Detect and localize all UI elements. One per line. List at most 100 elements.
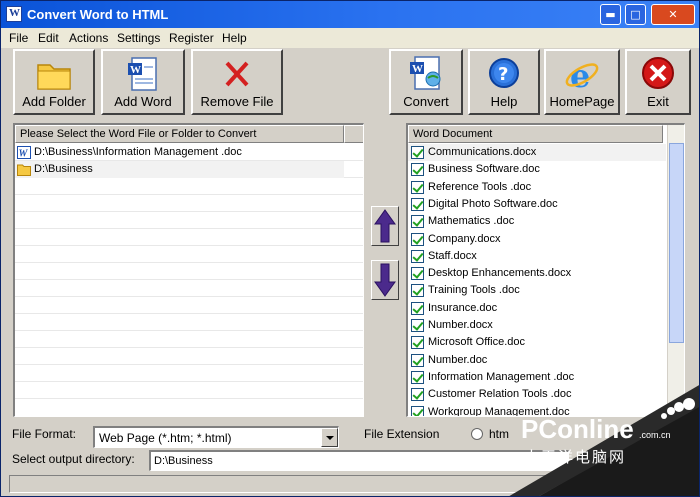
document-checkbox[interactable] — [411, 319, 424, 332]
document-list-item[interactable]: Business Software.doc — [408, 161, 666, 178]
document-name: Training Tools .doc — [428, 284, 520, 297]
exit-button[interactable]: Exit — [625, 49, 691, 115]
document-checkbox[interactable] — [411, 146, 424, 159]
close-window-button[interactable]: ✕ — [651, 4, 695, 25]
document-list-item[interactable]: Number.doc — [408, 352, 666, 369]
help-label: Help — [490, 94, 518, 109]
status-bar — [9, 475, 569, 493]
title-bar[interactable]: Convert Word to HTML ▬ □ ✕ — [1, 1, 699, 28]
window-title: Convert Word to HTML — [27, 7, 169, 22]
exit-stop-icon — [642, 57, 674, 89]
svg-text:W: W — [412, 63, 423, 75]
svg-text:e: e — [570, 57, 590, 95]
file-format-label: File Format: — [12, 427, 77, 441]
remove-file-label: Remove File — [200, 94, 274, 109]
document-name: Company.docx — [428, 232, 501, 245]
documents-column-header[interactable]: Word Document — [408, 125, 663, 143]
output-directory-value: D:\Business — [154, 455, 213, 467]
scrollbar-thumb[interactable] — [669, 143, 684, 343]
remove-x-icon — [225, 61, 249, 87]
word-app-icon — [6, 6, 22, 22]
document-checkbox[interactable] — [411, 301, 424, 315]
convert-button[interactable]: W Convert — [389, 49, 463, 115]
document-checkbox[interactable] — [411, 336, 424, 350]
convert-word-icon: W — [410, 56, 441, 90]
app-window: Convert Word to HTML ▬ □ ✕ File Edit Act… — [0, 0, 700, 497]
document-list-item[interactable]: Staff.docx — [408, 248, 666, 265]
document-name: Digital Photo Software.doc — [428, 197, 558, 210]
maximize-button[interactable]: □ — [625, 4, 646, 25]
menu-edit[interactable]: Edit — [38, 31, 59, 45]
menu-file[interactable]: File — [9, 31, 28, 45]
menu-settings[interactable]: Settings — [117, 31, 160, 45]
source-item-path: D:\Business\Information Management .doc — [34, 146, 242, 158]
move-down-button[interactable] — [371, 260, 399, 300]
source-item-path: D:\Business — [34, 163, 93, 175]
folder-icon — [37, 64, 71, 90]
word-documents-list[interactable]: Word Document Communications.docx Busines… — [406, 123, 685, 417]
document-name: Communications.docx — [428, 146, 537, 158]
document-list-item[interactable]: Insurance.doc — [408, 300, 666, 317]
watermark-brand: PConline — [521, 414, 634, 444]
homepage-label: HomePage — [549, 94, 615, 109]
internet-explorer-icon: e — [565, 57, 599, 95]
source-column-header-blank — [344, 125, 363, 143]
document-checkbox[interactable] — [411, 388, 424, 402]
document-checkbox[interactable] — [411, 284, 424, 298]
document-checkbox[interactable] — [411, 232, 424, 246]
menu-help[interactable]: Help — [222, 31, 247, 45]
word-document-icon: W — [128, 57, 157, 91]
move-up-button[interactable] — [371, 206, 399, 246]
document-name: Microsoft Office.doc — [428, 336, 525, 349]
document-list-item[interactable]: Mathematics .doc — [408, 213, 666, 230]
document-name: Reference Tools .doc — [428, 180, 532, 193]
documents-scrollbar[interactable] — [667, 125, 684, 416]
document-name: Staff.docx — [428, 249, 477, 262]
output-directory-label: Select output directory: — [12, 452, 135, 466]
document-list-item[interactable]: Digital Photo Software.doc — [408, 196, 666, 213]
document-checkbox[interactable] — [411, 405, 424, 416]
minimize-button[interactable]: ▬ — [600, 4, 621, 25]
document-list-item[interactable]: Desktop Enhancements.docx — [408, 265, 666, 282]
document-checkbox[interactable] — [411, 353, 424, 367]
document-checkbox[interactable] — [411, 370, 424, 384]
document-list-item[interactable]: Company.docx — [408, 231, 666, 248]
source-column-header[interactable]: Please Select the Word File or Folder to… — [15, 125, 344, 143]
watermark-domain: .com.cn — [639, 430, 671, 440]
document-checkbox[interactable] — [411, 267, 424, 281]
source-list-item[interactable]: W D:\Business\Information Management .do… — [15, 144, 344, 161]
document-name: Number.docx — [428, 319, 493, 331]
svg-text:W: W — [130, 64, 141, 76]
source-list-item[interactable]: D:\Business — [15, 161, 344, 178]
help-question-icon: ? — [489, 58, 519, 88]
homepage-button[interactable]: e HomePage — [544, 49, 620, 115]
source-files-list[interactable]: Please Select the Word File or Folder to… — [13, 123, 364, 417]
menu-register[interactable]: Register — [169, 31, 214, 45]
file-format-value: Web Page (*.htm; *.html) — [99, 431, 232, 445]
remove-file-button[interactable]: Remove File — [191, 49, 283, 115]
document-checkbox[interactable] — [411, 215, 424, 229]
exit-label: Exit — [647, 94, 669, 109]
document-list-item[interactable]: Communications.docx — [408, 144, 666, 161]
svg-text:?: ? — [498, 64, 508, 85]
document-checkbox[interactable] — [411, 163, 424, 177]
dropdown-arrow-icon[interactable] — [321, 428, 338, 447]
word-file-icon: W — [17, 146, 31, 159]
document-name: Mathematics .doc — [428, 215, 515, 228]
document-name: Number.doc — [428, 353, 488, 366]
document-checkbox[interactable] — [411, 249, 424, 263]
document-list-item[interactable]: Number.docx — [408, 317, 666, 334]
document-list-item[interactable]: Training Tools .doc — [408, 282, 666, 299]
help-button[interactable]: ? Help — [468, 49, 540, 115]
extension-htm-radio[interactable] — [471, 428, 483, 440]
document-checkbox[interactable] — [411, 180, 424, 194]
file-format-select[interactable]: Web Page (*.htm; *.html) — [93, 426, 339, 448]
document-list-item[interactable]: Reference Tools .doc — [408, 179, 666, 196]
watermark-tagline: 太平洋电脑网 — [524, 448, 626, 466]
pconline-watermark: PConline .com.cn 太平洋电脑网 — [509, 385, 699, 496]
add-word-button[interactable]: W Add Word — [101, 49, 185, 115]
menu-actions[interactable]: Actions — [69, 31, 108, 45]
document-list-item[interactable]: Microsoft Office.doc — [408, 334, 666, 351]
document-checkbox[interactable] — [411, 197, 424, 211]
add-folder-button[interactable]: Add Folder — [13, 49, 95, 115]
